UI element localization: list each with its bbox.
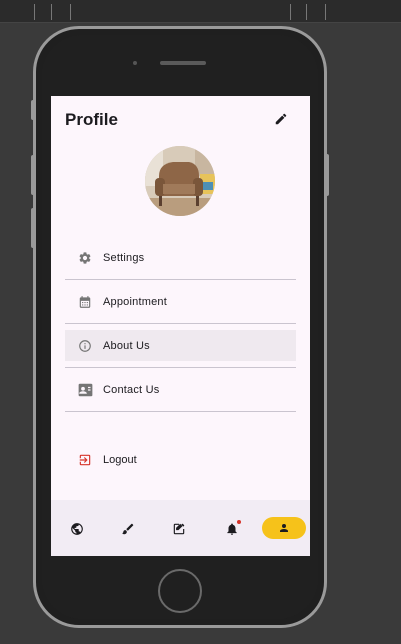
info-icon (77, 338, 93, 354)
bell-icon (227, 523, 237, 535)
calendar-icon (77, 294, 93, 310)
power-button[interactable] (325, 154, 329, 196)
edit-button[interactable] (274, 112, 292, 130)
emulator-toolbar (0, 0, 401, 23)
profile-menu: Settings Appointment About Us Contact Us (65, 236, 296, 412)
menu-item-settings[interactable]: Settings (65, 236, 296, 280)
menu-item-label: Settings (103, 251, 145, 264)
nav-book[interactable] (169, 519, 189, 539)
header: Profile (65, 110, 296, 132)
menu-item-appointment[interactable]: Appointment (65, 280, 296, 324)
page-title: Profile (65, 110, 118, 129)
globe-icon (71, 523, 83, 535)
mute-switch[interactable] (31, 100, 35, 120)
menu-item-label: Contact Us (103, 383, 160, 396)
app-screen: Profile Settings Appointment About Us Co… (51, 96, 310, 556)
nav-explore[interactable] (67, 519, 87, 539)
volume-down-button[interactable] (31, 208, 35, 248)
home-button[interactable] (158, 569, 202, 613)
brush-icon (122, 523, 134, 535)
speaker (160, 61, 206, 65)
nav-notifications[interactable] (222, 519, 242, 539)
avatar[interactable] (145, 146, 215, 216)
menu-item-label: About Us (103, 339, 150, 352)
volume-up-button[interactable] (31, 155, 35, 195)
logout-button[interactable]: Logout (65, 445, 296, 475)
camera (133, 61, 137, 65)
nav-services[interactable] (118, 519, 138, 539)
notification-badge (237, 520, 241, 524)
bottom-navigation (51, 500, 310, 556)
contact-card-icon (77, 382, 93, 398)
nav-profile[interactable] (262, 517, 306, 539)
pencil-icon (275, 113, 287, 125)
menu-item-contact-us[interactable]: Contact Us (65, 368, 296, 412)
menu-item-label: Appointment (103, 295, 167, 308)
gear-icon (77, 250, 93, 266)
edit-square-icon (173, 523, 185, 535)
logout-label: Logout (103, 454, 137, 466)
logout-icon (77, 452, 93, 468)
person-icon (280, 524, 288, 532)
menu-item-about-us[interactable]: About Us (65, 324, 296, 368)
